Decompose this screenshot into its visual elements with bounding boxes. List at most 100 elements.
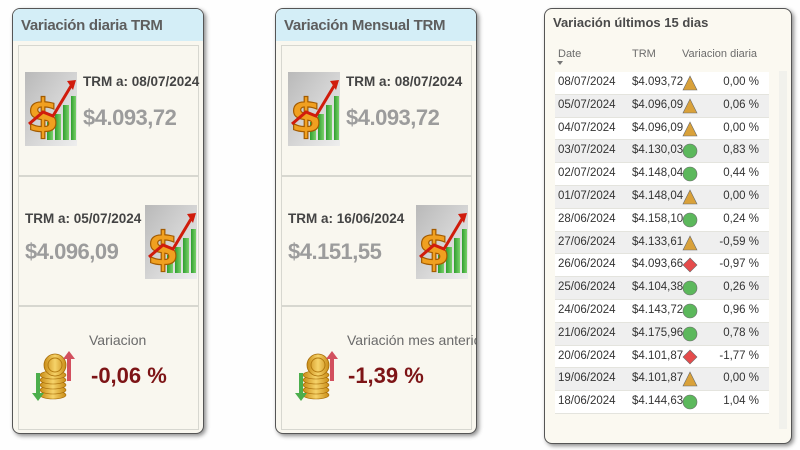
cell-date: 04/07/2024 [558, 121, 616, 134]
monthly-panel-title: Variación Mensual TRM [276, 9, 476, 41]
table-row[interactable]: 28/06/2024 $4.158,10 0,24 % [555, 208, 769, 232]
cell-trm: $4.093,72 [632, 76, 684, 88]
table-row[interactable]: 27/06/2024 $4.133,61 -0,59 % [555, 231, 769, 255]
cell-trm: $4.175,96 [632, 326, 684, 339]
cell-date: 01/07/2024 [558, 189, 616, 202]
table-row[interactable]: 21/06/2024 $4.175,96 0,78 % [555, 322, 769, 346]
cell-date: 19/06/2024 [558, 372, 616, 385]
cell-trm: $4.101,87 [632, 349, 684, 362]
triangle-status-icon [682, 98, 698, 114]
table-scrollbar[interactable] [779, 71, 787, 429]
cell-date: 26/06/2024 [558, 258, 616, 271]
table-header: Date TRM Variacion diaria [555, 43, 769, 71]
daily-previous-card: TRM a: 05/07/2024 $4.096,09 [18, 176, 199, 306]
table-row[interactable]: 01/07/2024 $4.148,04 0,00 % [555, 185, 769, 209]
cell-trm: $4.104,38 [632, 281, 684, 294]
daily-previous-label: TRM a: 05/07/2024 [25, 211, 142, 226]
cell-variacion: 0,00 % [723, 189, 759, 202]
cell-date: 05/07/2024 [558, 98, 616, 111]
cell-variacion: 0,83 % [723, 144, 759, 157]
cell-variacion: 0,24 % [723, 212, 759, 225]
table-row[interactable]: 19/06/2024 $4.101,87 0,00 % [555, 368, 769, 392]
circle-status-icon [682, 303, 698, 319]
cell-variacion: 0,00 % [723, 121, 759, 134]
monthly-current-card: TRM a: 08/07/2024 $4.093,72 [281, 45, 472, 176]
cell-trm: $4.148,04 [632, 167, 684, 180]
table-row[interactable]: 04/07/2024 $4.096,09 0,00 % [555, 117, 769, 141]
table-body: 08/07/2024 $4.093,72 0,00 % 05/07/2024 $4.09… [555, 72, 769, 414]
daily-current-card: TRM a: 08/07/2024 $4.093,72 [18, 45, 199, 176]
diamond-status-icon [682, 349, 698, 364]
coins-up-down-arrows-icon [294, 337, 342, 403]
table-row[interactable]: 18/06/2024 $4.144,63 1,04 % [555, 391, 769, 414]
sort-descending-icon[interactable] [557, 61, 563, 65]
table-row[interactable]: 26/06/2024 $4.093,66 -0,97 % [555, 254, 769, 278]
cell-trm: $4.143,72 [632, 303, 684, 316]
cell-trm: $4.144,63 [632, 395, 684, 408]
cell-trm: $4.093,66 [632, 258, 684, 271]
cell-variacion: 0,00 % [723, 76, 759, 88]
cell-trm: $4.130,03 [632, 144, 684, 157]
money-growth-chart-icon [25, 72, 77, 146]
monthly-variation-panel: Variación Mensual TRM TRM a: 08/07/2024 … [275, 8, 477, 434]
circle-status-icon [682, 394, 698, 410]
circle-status-icon [682, 166, 698, 182]
daily-variation-card: Variacion -0,06 % [18, 306, 199, 430]
monthly-current-value: $4.093,72 [346, 105, 440, 130]
cell-trm: $4.158,10 [632, 212, 684, 225]
circle-status-icon [682, 144, 698, 159]
daily-current-label: TRM a: 08/07/2024 [83, 74, 200, 89]
table-row[interactable]: 03/07/2024 $4.130,03 0,83 % [555, 140, 769, 164]
cell-date: 18/06/2024 [558, 395, 616, 408]
monthly-variation-card: Variación mes anterior -1,39 % [281, 306, 476, 430]
last15-panel-title: Variación últimos 15 dias [553, 15, 709, 30]
triangle-status-icon [682, 371, 698, 387]
daily-previous-value: $4.096,09 [25, 239, 119, 264]
cell-variacion: -1,77 % [719, 349, 759, 362]
money-growth-chart-icon [145, 205, 197, 279]
table-row[interactable]: 05/07/2024 $4.096,09 0,06 % [555, 94, 769, 118]
monthly-previous-value: $4.151,55 [288, 239, 382, 264]
monthly-previous-card: TRM a: 16/06/2024 $4.151,55 [281, 176, 472, 306]
daily-panel-title: Variación diaria TRM [13, 9, 203, 41]
triangle-status-icon [682, 120, 698, 136]
table-row[interactable]: 24/06/2024 $4.143,72 0,96 % [555, 299, 769, 323]
money-growth-chart-icon [416, 205, 468, 279]
cell-variacion: -0,97 % [719, 258, 759, 271]
daily-variation-value: -0,06 % [91, 363, 167, 388]
circle-status-icon [682, 212, 698, 228]
coins-up-down-arrows-icon [31, 337, 79, 403]
cell-variacion: 0,06 % [723, 98, 759, 111]
cell-variacion: -0,59 % [719, 235, 759, 248]
cell-variacion: 1,04 % [723, 395, 759, 408]
triangle-status-icon [682, 234, 698, 250]
triangle-status-icon [682, 189, 698, 205]
daily-current-value: $4.093,72 [83, 105, 177, 130]
cell-variacion: 0,26 % [723, 281, 759, 294]
daily-variation-label: Variacion [89, 332, 147, 348]
table-row[interactable]: 20/06/2024 $4.101,87 -1,77 % [555, 345, 769, 369]
cell-trm: $4.148,04 [632, 189, 684, 202]
monthly-variation-value: -1,39 % [348, 363, 424, 388]
cell-variacion: 0,78 % [723, 326, 759, 339]
monthly-current-label: TRM a: 08/07/2024 [346, 74, 463, 89]
table-row[interactable]: 25/06/2024 $4.104,38 0,26 % [555, 277, 769, 300]
cell-date: 24/06/2024 [558, 303, 616, 316]
column-header-variacion[interactable]: Variacion diaria [682, 48, 757, 60]
cell-date: 25/06/2024 [558, 281, 616, 294]
table-row[interactable]: 08/07/2024 $4.093,72 0,00 % [555, 72, 769, 95]
last-15-days-panel: Variación últimos 15 dias Date TRM Varia… [544, 8, 792, 444]
cell-trm: $4.096,09 [632, 121, 684, 134]
diamond-status-icon [682, 257, 698, 273]
table-row[interactable]: 02/07/2024 $4.148,04 0,44 % [555, 163, 769, 186]
column-header-trm[interactable]: TRM [632, 48, 656, 60]
monthly-variation-label: Variación mes anterior [347, 332, 477, 348]
daily-variation-panel: Variación diaria TRM TRM a: 08/07/2024 $… [12, 8, 204, 434]
triangle-status-icon [682, 75, 698, 91]
cell-date: 02/07/2024 [558, 167, 616, 180]
cell-trm: $4.133,61 [632, 235, 684, 248]
cell-variacion: 0,44 % [723, 167, 759, 180]
cell-date: 20/06/2024 [558, 349, 616, 362]
column-header-date[interactable]: Date [558, 48, 581, 60]
cell-variacion: 0,00 % [723, 372, 759, 385]
